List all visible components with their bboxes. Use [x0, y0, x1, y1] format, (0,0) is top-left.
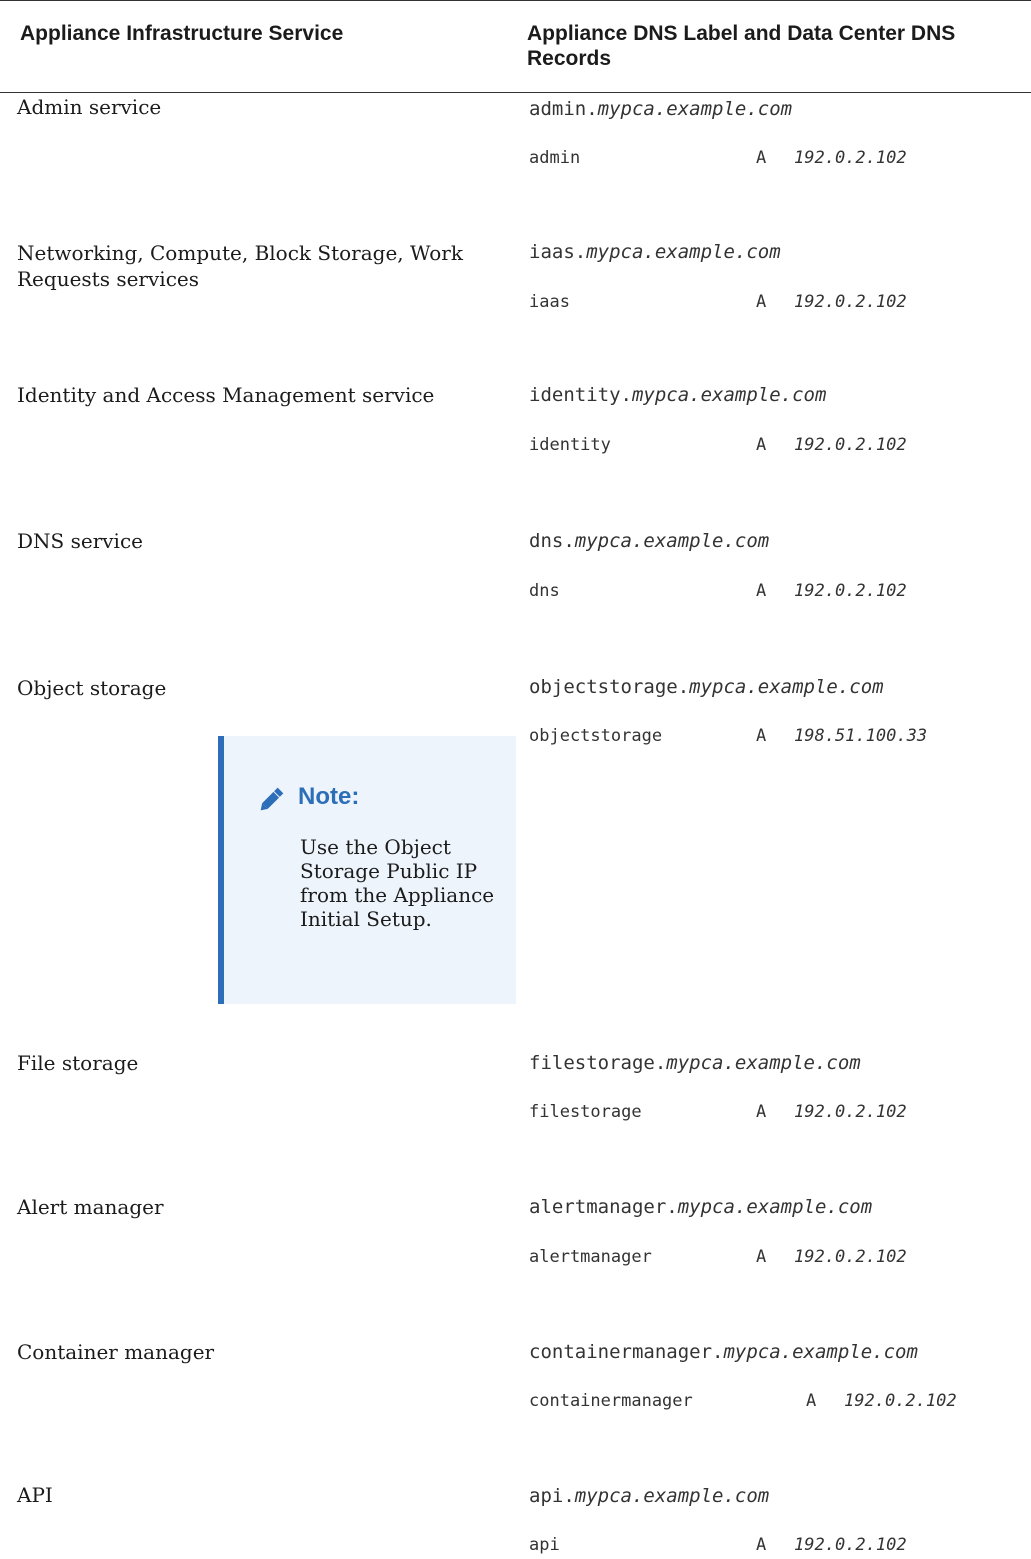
- service-name: Object storage: [17, 676, 167, 700]
- dns-fqdn: dns.mypca.example.com: [529, 530, 770, 552]
- service-name: Container manager: [17, 1340, 215, 1364]
- service-name: Admin service: [17, 95, 162, 119]
- dns-fqdn: alertmanager.mypca.example.com: [529, 1196, 873, 1218]
- note-title: Note:: [298, 783, 360, 810]
- dns-fqdn: admin.mypca.example.com: [529, 98, 793, 120]
- pencil-icon: [260, 787, 284, 811]
- service-name: Networking, Compute, Block Storage, Work…: [17, 241, 463, 291]
- service-name: Identity and Access Management service: [17, 383, 435, 407]
- table-header: Appliance Infrastructure Service Applian…: [0, 0, 1031, 93]
- column-header-service: Appliance Infrastructure Service: [20, 22, 344, 45]
- dns-fqdn: api.mypca.example.com: [529, 1485, 770, 1507]
- dns-fqdn: iaas.mypca.example.com: [529, 241, 781, 263]
- service-name: DNS service: [17, 529, 143, 553]
- dns-fqdn: identity.mypca.example.com: [529, 384, 827, 406]
- service-name: Alert manager: [17, 1195, 164, 1219]
- dns-fqdn: containermanager.mypca.example.com: [529, 1341, 918, 1363]
- column-header-dns: Appliance DNS Label and Data Center DNS …: [527, 22, 956, 70]
- note-callout: Note: Use the Object Storage Public IP f…: [218, 736, 516, 1004]
- dns-fqdn: objectstorage.mypca.example.com: [529, 676, 884, 698]
- note-body: Use the Object Storage Public IP from th…: [300, 835, 495, 931]
- dns-fqdn: filestorage.mypca.example.com: [529, 1052, 861, 1074]
- service-name: File storage: [17, 1051, 139, 1075]
- service-name: API: [17, 1483, 53, 1507]
